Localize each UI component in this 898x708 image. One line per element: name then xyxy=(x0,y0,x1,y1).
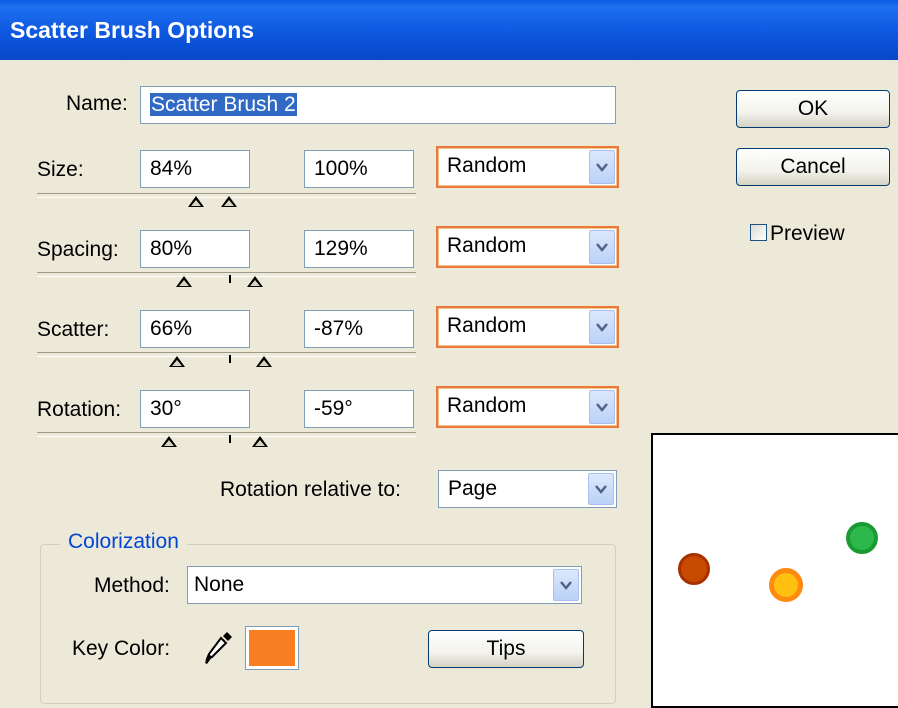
rotation-slider-center-tick xyxy=(229,435,231,443)
scatter-dot-green xyxy=(846,522,878,554)
tips-button[interactable]: Tips xyxy=(428,630,584,668)
rotation-label: Rotation: xyxy=(37,398,122,421)
size-max-field[interactable]: 100% xyxy=(304,150,414,188)
scatter-dot-yellow xyxy=(769,568,803,602)
preview-checkbox[interactable] xyxy=(750,224,767,241)
scatter-variation-value: Random xyxy=(447,314,527,337)
rotation-relative-value: Page xyxy=(448,477,498,500)
ok-button[interactable]: OK xyxy=(736,90,890,128)
scatter-dot-dark-orange xyxy=(678,553,710,585)
method-label: Method: xyxy=(94,574,170,597)
spacing-min-field[interactable]: 80% xyxy=(140,230,250,268)
size-label: Size: xyxy=(37,158,84,181)
scatter-variation-select[interactable]: Random xyxy=(436,306,619,348)
key-color-label: Key Color: xyxy=(72,637,171,660)
chevron-down-icon[interactable] xyxy=(588,473,614,505)
rotation-relative-label: Rotation relative to: xyxy=(220,478,401,501)
spacing-variation-value: Random xyxy=(447,234,527,257)
dialog-title: Scatter Brush Options xyxy=(10,17,255,43)
rotation-variation-value: Random xyxy=(447,394,527,417)
method-value: None xyxy=(194,573,245,596)
name-value: Scatter Brush 2 xyxy=(150,93,297,116)
title-bar[interactable]: Scatter Brush Options xyxy=(0,0,898,60)
spacing-max-field[interactable]: 129% xyxy=(304,230,414,268)
cancel-button[interactable]: Cancel xyxy=(736,148,890,186)
rotation-slider-track[interactable] xyxy=(37,432,416,437)
spacing-slider-track[interactable] xyxy=(37,272,416,277)
rotation-max-field[interactable]: -59° xyxy=(304,390,414,428)
rotation-min-field[interactable]: 30° xyxy=(140,390,250,428)
spacing-min-slider-handle[interactable] xyxy=(176,276,192,287)
scatter-label: Scatter: xyxy=(37,318,110,341)
rotation-max-slider-handle[interactable] xyxy=(252,436,268,447)
spacing-variation-select[interactable]: Random xyxy=(436,226,619,268)
chevron-down-icon[interactable] xyxy=(589,230,615,264)
chevron-down-icon[interactable] xyxy=(553,569,579,601)
scatter-min-field[interactable]: 66% xyxy=(140,310,250,348)
brush-preview-box xyxy=(651,433,898,708)
rotation-variation-select[interactable]: Random xyxy=(436,386,619,428)
size-variation-value: Random xyxy=(447,154,527,177)
name-field[interactable]: Scatter Brush 2 xyxy=(140,86,616,124)
spacing-slider-center-tick xyxy=(229,275,231,283)
size-min-slider-handle[interactable] xyxy=(188,196,204,207)
scatter-max-slider-handle[interactable] xyxy=(256,356,272,367)
size-max-slider-handle[interactable] xyxy=(221,196,237,207)
spacing-label: Spacing: xyxy=(37,238,119,261)
eyedropper-icon[interactable] xyxy=(200,628,236,668)
key-color-fill xyxy=(249,630,295,666)
scatter-max-field[interactable]: -87% xyxy=(304,310,414,348)
size-variation-select[interactable]: Random xyxy=(436,146,619,188)
chevron-down-icon[interactable] xyxy=(589,310,615,344)
name-label: Name: xyxy=(66,92,128,115)
scatter-slider-track[interactable] xyxy=(37,352,416,357)
chevron-down-icon[interactable] xyxy=(589,390,615,424)
colorization-title: Colorization xyxy=(60,530,187,554)
scatter-min-slider-handle[interactable] xyxy=(169,356,185,367)
size-min-field[interactable]: 84% xyxy=(140,150,250,188)
chevron-down-icon[interactable] xyxy=(589,150,615,184)
preview-label[interactable]: Preview xyxy=(770,222,845,246)
method-select[interactable]: None xyxy=(187,566,582,604)
rotation-min-slider-handle[interactable] xyxy=(161,436,177,447)
spacing-max-slider-handle[interactable] xyxy=(247,276,263,287)
rotation-relative-select[interactable]: Page xyxy=(438,470,617,508)
scatter-slider-center-tick xyxy=(229,355,231,363)
key-color-swatch[interactable] xyxy=(245,626,299,670)
